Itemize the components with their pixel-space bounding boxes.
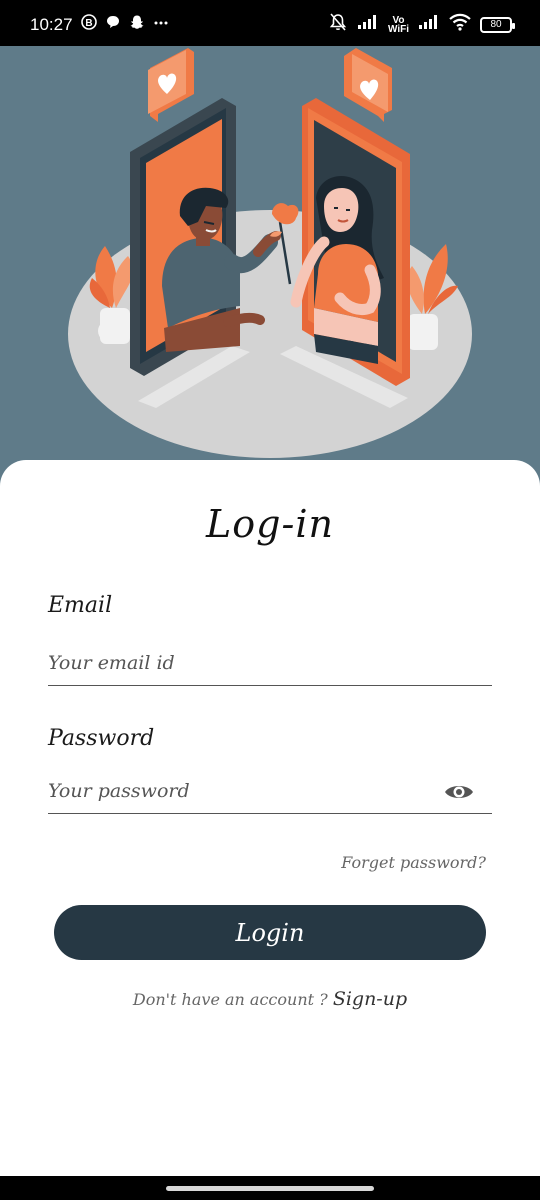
page-title: Log-in xyxy=(206,502,334,546)
vowifi-bottom: WiFi xyxy=(387,23,409,35)
no-account-text: Don't have an account ? xyxy=(132,990,333,1009)
password-field[interactable] xyxy=(48,768,492,814)
login-card: Log-in Email Password Forget password? L… xyxy=(0,460,540,1176)
more-dots-icon xyxy=(153,14,169,35)
status-bar: 10:27 B Vo WiFi 80 xyxy=(0,0,540,46)
wifi-icon xyxy=(449,13,471,36)
dating-illustration xyxy=(68,48,472,458)
login-button[interactable]: Login xyxy=(54,905,486,960)
svg-text:B: B xyxy=(85,18,92,29)
signup-prompt: Don't have an account ? Sign-up xyxy=(0,988,540,1010)
chat-bubble-icon xyxy=(105,14,121,35)
status-right: Vo WiFi 80 xyxy=(328,12,515,37)
signal-icon xyxy=(357,14,379,35)
password-label: Password xyxy=(48,726,155,751)
email-label: Email xyxy=(48,593,113,618)
vowifi-icon: Vo WiFi xyxy=(387,15,409,35)
email-field[interactable] xyxy=(48,640,492,686)
snapchat-icon xyxy=(129,14,145,35)
status-left: 10:27 B xyxy=(30,14,169,35)
heart-bubble-left xyxy=(148,48,194,122)
battery-icon: 80 xyxy=(480,16,515,33)
hero-illustration xyxy=(0,46,540,486)
eye-icon[interactable] xyxy=(443,780,475,804)
bell-muted-icon xyxy=(328,12,348,37)
signup-link[interactable]: Sign-up xyxy=(333,988,407,1010)
signal-icon-2 xyxy=(418,14,440,35)
home-handle[interactable] xyxy=(166,1186,374,1191)
forgot-password-link[interactable]: Forget password? xyxy=(341,853,486,872)
status-time: 10:27 xyxy=(30,14,73,34)
b-circle-icon: B xyxy=(80,14,97,35)
heart-bubble-right xyxy=(344,48,392,122)
navigation-bar xyxy=(0,1176,540,1200)
